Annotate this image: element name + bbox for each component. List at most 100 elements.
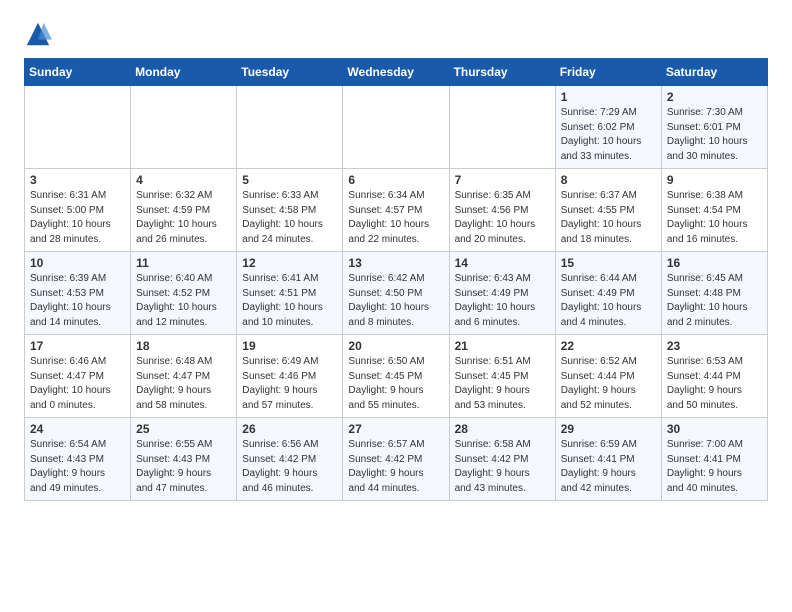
calendar-cell: 29 Sunrise: 6:59 AM Sunset: 4:41 PM Dayli… — [555, 418, 661, 501]
day-info: Sunrise: 6:45 AM Sunset: 4:48 PM Dayligh… — [667, 272, 762, 330]
day-info: Sunrise: 6:34 AM Sunset: 4:57 PM Dayligh… — [348, 189, 443, 247]
day-number: 18 — [136, 339, 231, 353]
day-info: Sunrise: 6:46 AM Sunset: 4:47 PM Dayligh… — [30, 355, 125, 413]
day-number: 10 — [30, 256, 125, 270]
day-number: 26 — [242, 422, 337, 436]
calendar-cell — [237, 86, 343, 169]
day-info: Sunrise: 6:33 AM Sunset: 4:58 PM Dayligh… — [242, 189, 337, 247]
day-info: Sunrise: 6:37 AM Sunset: 4:55 PM Dayligh… — [561, 189, 656, 247]
day-info: Sunrise: 6:41 AM Sunset: 4:51 PM Dayligh… — [242, 272, 337, 330]
day-number: 4 — [136, 173, 231, 187]
calendar-cell: 21 Sunrise: 6:51 AM Sunset: 4:45 PM Dayli… — [449, 335, 555, 418]
day-number: 11 — [136, 256, 231, 270]
day-number: 15 — [561, 256, 656, 270]
day-info: Sunrise: 6:43 AM Sunset: 4:49 PM Dayligh… — [455, 272, 550, 330]
day-info: Sunrise: 6:32 AM Sunset: 4:59 PM Dayligh… — [136, 189, 231, 247]
weekday-header-row: SundayMondayTuesdayWednesdayThursdayFrid… — [25, 59, 768, 86]
calendar-cell: 6 Sunrise: 6:34 AM Sunset: 4:57 PM Daylig… — [343, 169, 449, 252]
calendar-week-row: 3 Sunrise: 6:31 AM Sunset: 5:00 PM Daylig… — [25, 169, 768, 252]
day-number: 7 — [455, 173, 550, 187]
day-number: 3 — [30, 173, 125, 187]
day-number: 28 — [455, 422, 550, 436]
weekday-header-friday: Friday — [555, 59, 661, 86]
calendar-cell: 17 Sunrise: 6:46 AM Sunset: 4:47 PM Dayli… — [25, 335, 131, 418]
day-number: 19 — [242, 339, 337, 353]
day-number: 2 — [667, 90, 762, 104]
day-info: Sunrise: 6:40 AM Sunset: 4:52 PM Dayligh… — [136, 272, 231, 330]
day-info: Sunrise: 6:55 AM Sunset: 4:43 PM Dayligh… — [136, 438, 231, 496]
calendar-cell: 8 Sunrise: 6:37 AM Sunset: 4:55 PM Daylig… — [555, 169, 661, 252]
weekday-header-thursday: Thursday — [449, 59, 555, 86]
day-info: Sunrise: 6:59 AM Sunset: 4:41 PM Dayligh… — [561, 438, 656, 496]
day-info: Sunrise: 6:35 AM Sunset: 4:56 PM Dayligh… — [455, 189, 550, 247]
calendar-week-row: 24Sunrise: 6:54 AM Sunset: 4:43 PM Dayli… — [25, 418, 768, 501]
calendar-cell: 2 Sunrise: 7:30 AM Sunset: 6:01 PM Daylig… — [661, 86, 767, 169]
calendar-cell: 5 Sunrise: 6:33 AM Sunset: 4:58 PM Daylig… — [237, 169, 343, 252]
day-info: Sunrise: 6:48 AM Sunset: 4:47 PM Dayligh… — [136, 355, 231, 413]
day-info: Sunrise: 6:50 AM Sunset: 4:45 PM Dayligh… — [348, 355, 443, 413]
calendar-cell: 26 Sunrise: 6:56 AM Sunset: 4:42 PM Dayli… — [237, 418, 343, 501]
calendar-cell — [131, 86, 237, 169]
day-number: 21 — [455, 339, 550, 353]
logo-icon — [24, 20, 52, 48]
day-number: 16 — [667, 256, 762, 270]
calendar-table: SundayMondayTuesdayWednesdayThursdayFrid… — [24, 58, 768, 501]
day-info: Sunrise: 6:54 AM Sunset: 4:43 PM Dayligh… — [30, 438, 125, 496]
calendar-cell — [449, 86, 555, 169]
day-number: 30 — [667, 422, 762, 436]
day-info: Sunrise: 6:57 AM Sunset: 4:42 PM Dayligh… — [348, 438, 443, 496]
calendar-cell: 9 Sunrise: 6:38 AM Sunset: 4:54 PM Daylig… — [661, 169, 767, 252]
calendar-cell: 10Sunrise: 6:39 AM Sunset: 4:53 PM Dayli… — [25, 252, 131, 335]
day-number: 5 — [242, 173, 337, 187]
day-info: Sunrise: 6:38 AM Sunset: 4:54 PM Dayligh… — [667, 189, 762, 247]
day-info: Sunrise: 7:30 AM Sunset: 6:01 PM Dayligh… — [667, 106, 762, 164]
weekday-header-monday: Monday — [131, 59, 237, 86]
weekday-header-sunday: Sunday — [25, 59, 131, 86]
calendar-cell: 7 Sunrise: 6:35 AM Sunset: 4:56 PM Daylig… — [449, 169, 555, 252]
day-number: 20 — [348, 339, 443, 353]
day-info: Sunrise: 6:42 AM Sunset: 4:50 PM Dayligh… — [348, 272, 443, 330]
calendar-cell: 24Sunrise: 6:54 AM Sunset: 4:43 PM Dayli… — [25, 418, 131, 501]
day-info: Sunrise: 6:49 AM Sunset: 4:46 PM Dayligh… — [242, 355, 337, 413]
day-info: Sunrise: 6:44 AM Sunset: 4:49 PM Dayligh… — [561, 272, 656, 330]
day-number: 17 — [30, 339, 125, 353]
calendar-cell: 18 Sunrise: 6:48 AM Sunset: 4:47 PM Dayli… — [131, 335, 237, 418]
day-info: Sunrise: 6:56 AM Sunset: 4:42 PM Dayligh… — [242, 438, 337, 496]
day-number: 9 — [667, 173, 762, 187]
calendar-cell: 25 Sunrise: 6:55 AM Sunset: 4:43 PM Dayli… — [131, 418, 237, 501]
calendar-cell: 30 Sunrise: 7:00 AM Sunset: 4:41 PM Dayli… — [661, 418, 767, 501]
day-number: 29 — [561, 422, 656, 436]
calendar-cell — [343, 86, 449, 169]
day-number: 25 — [136, 422, 231, 436]
calendar-cell: 28 Sunrise: 6:58 AM Sunset: 4:42 PM Dayli… — [449, 418, 555, 501]
day-info: Sunrise: 6:58 AM Sunset: 4:42 PM Dayligh… — [455, 438, 550, 496]
calendar-cell: 3 Sunrise: 6:31 AM Sunset: 5:00 PM Daylig… — [25, 169, 131, 252]
calendar-cell: 11 Sunrise: 6:40 AM Sunset: 4:52 PM Dayli… — [131, 252, 237, 335]
calendar-cell: 15 Sunrise: 6:44 AM Sunset: 4:49 PM Dayli… — [555, 252, 661, 335]
day-number: 6 — [348, 173, 443, 187]
day-number: 1 — [561, 90, 656, 104]
day-number: 13 — [348, 256, 443, 270]
day-number: 22 — [561, 339, 656, 353]
calendar-week-row: 10Sunrise: 6:39 AM Sunset: 4:53 PM Dayli… — [25, 252, 768, 335]
day-number: 23 — [667, 339, 762, 353]
weekday-header-saturday: Saturday — [661, 59, 767, 86]
day-number: 14 — [455, 256, 550, 270]
calendar-cell: 23 Sunrise: 6:53 AM Sunset: 4:44 PM Dayli… — [661, 335, 767, 418]
day-number: 8 — [561, 173, 656, 187]
calendar-cell: 19 Sunrise: 6:49 AM Sunset: 4:46 PM Dayli… — [237, 335, 343, 418]
day-info: Sunrise: 6:53 AM Sunset: 4:44 PM Dayligh… — [667, 355, 762, 413]
calendar-cell: 22Sunrise: 6:52 AM Sunset: 4:44 PM Dayli… — [555, 335, 661, 418]
calendar-cell: 4 Sunrise: 6:32 AM Sunset: 4:59 PM Daylig… — [131, 169, 237, 252]
day-info: Sunrise: 6:31 AM Sunset: 5:00 PM Dayligh… — [30, 189, 125, 247]
calendar-cell: 1 Sunrise: 7:29 AM Sunset: 6:02 PM Daylig… — [555, 86, 661, 169]
calendar-cell: 16 Sunrise: 6:45 AM Sunset: 4:48 PM Dayli… — [661, 252, 767, 335]
day-info: Sunrise: 7:00 AM Sunset: 4:41 PM Dayligh… — [667, 438, 762, 496]
calendar-week-row: 1 Sunrise: 7:29 AM Sunset: 6:02 PM Daylig… — [25, 86, 768, 169]
day-number: 27 — [348, 422, 443, 436]
day-info: Sunrise: 7:29 AM Sunset: 6:02 PM Dayligh… — [561, 106, 656, 164]
logo — [24, 20, 56, 48]
day-info: Sunrise: 6:51 AM Sunset: 4:45 PM Dayligh… — [455, 355, 550, 413]
weekday-header-wednesday: Wednesday — [343, 59, 449, 86]
calendar-week-row: 17 Sunrise: 6:46 AM Sunset: 4:47 PM Dayli… — [25, 335, 768, 418]
